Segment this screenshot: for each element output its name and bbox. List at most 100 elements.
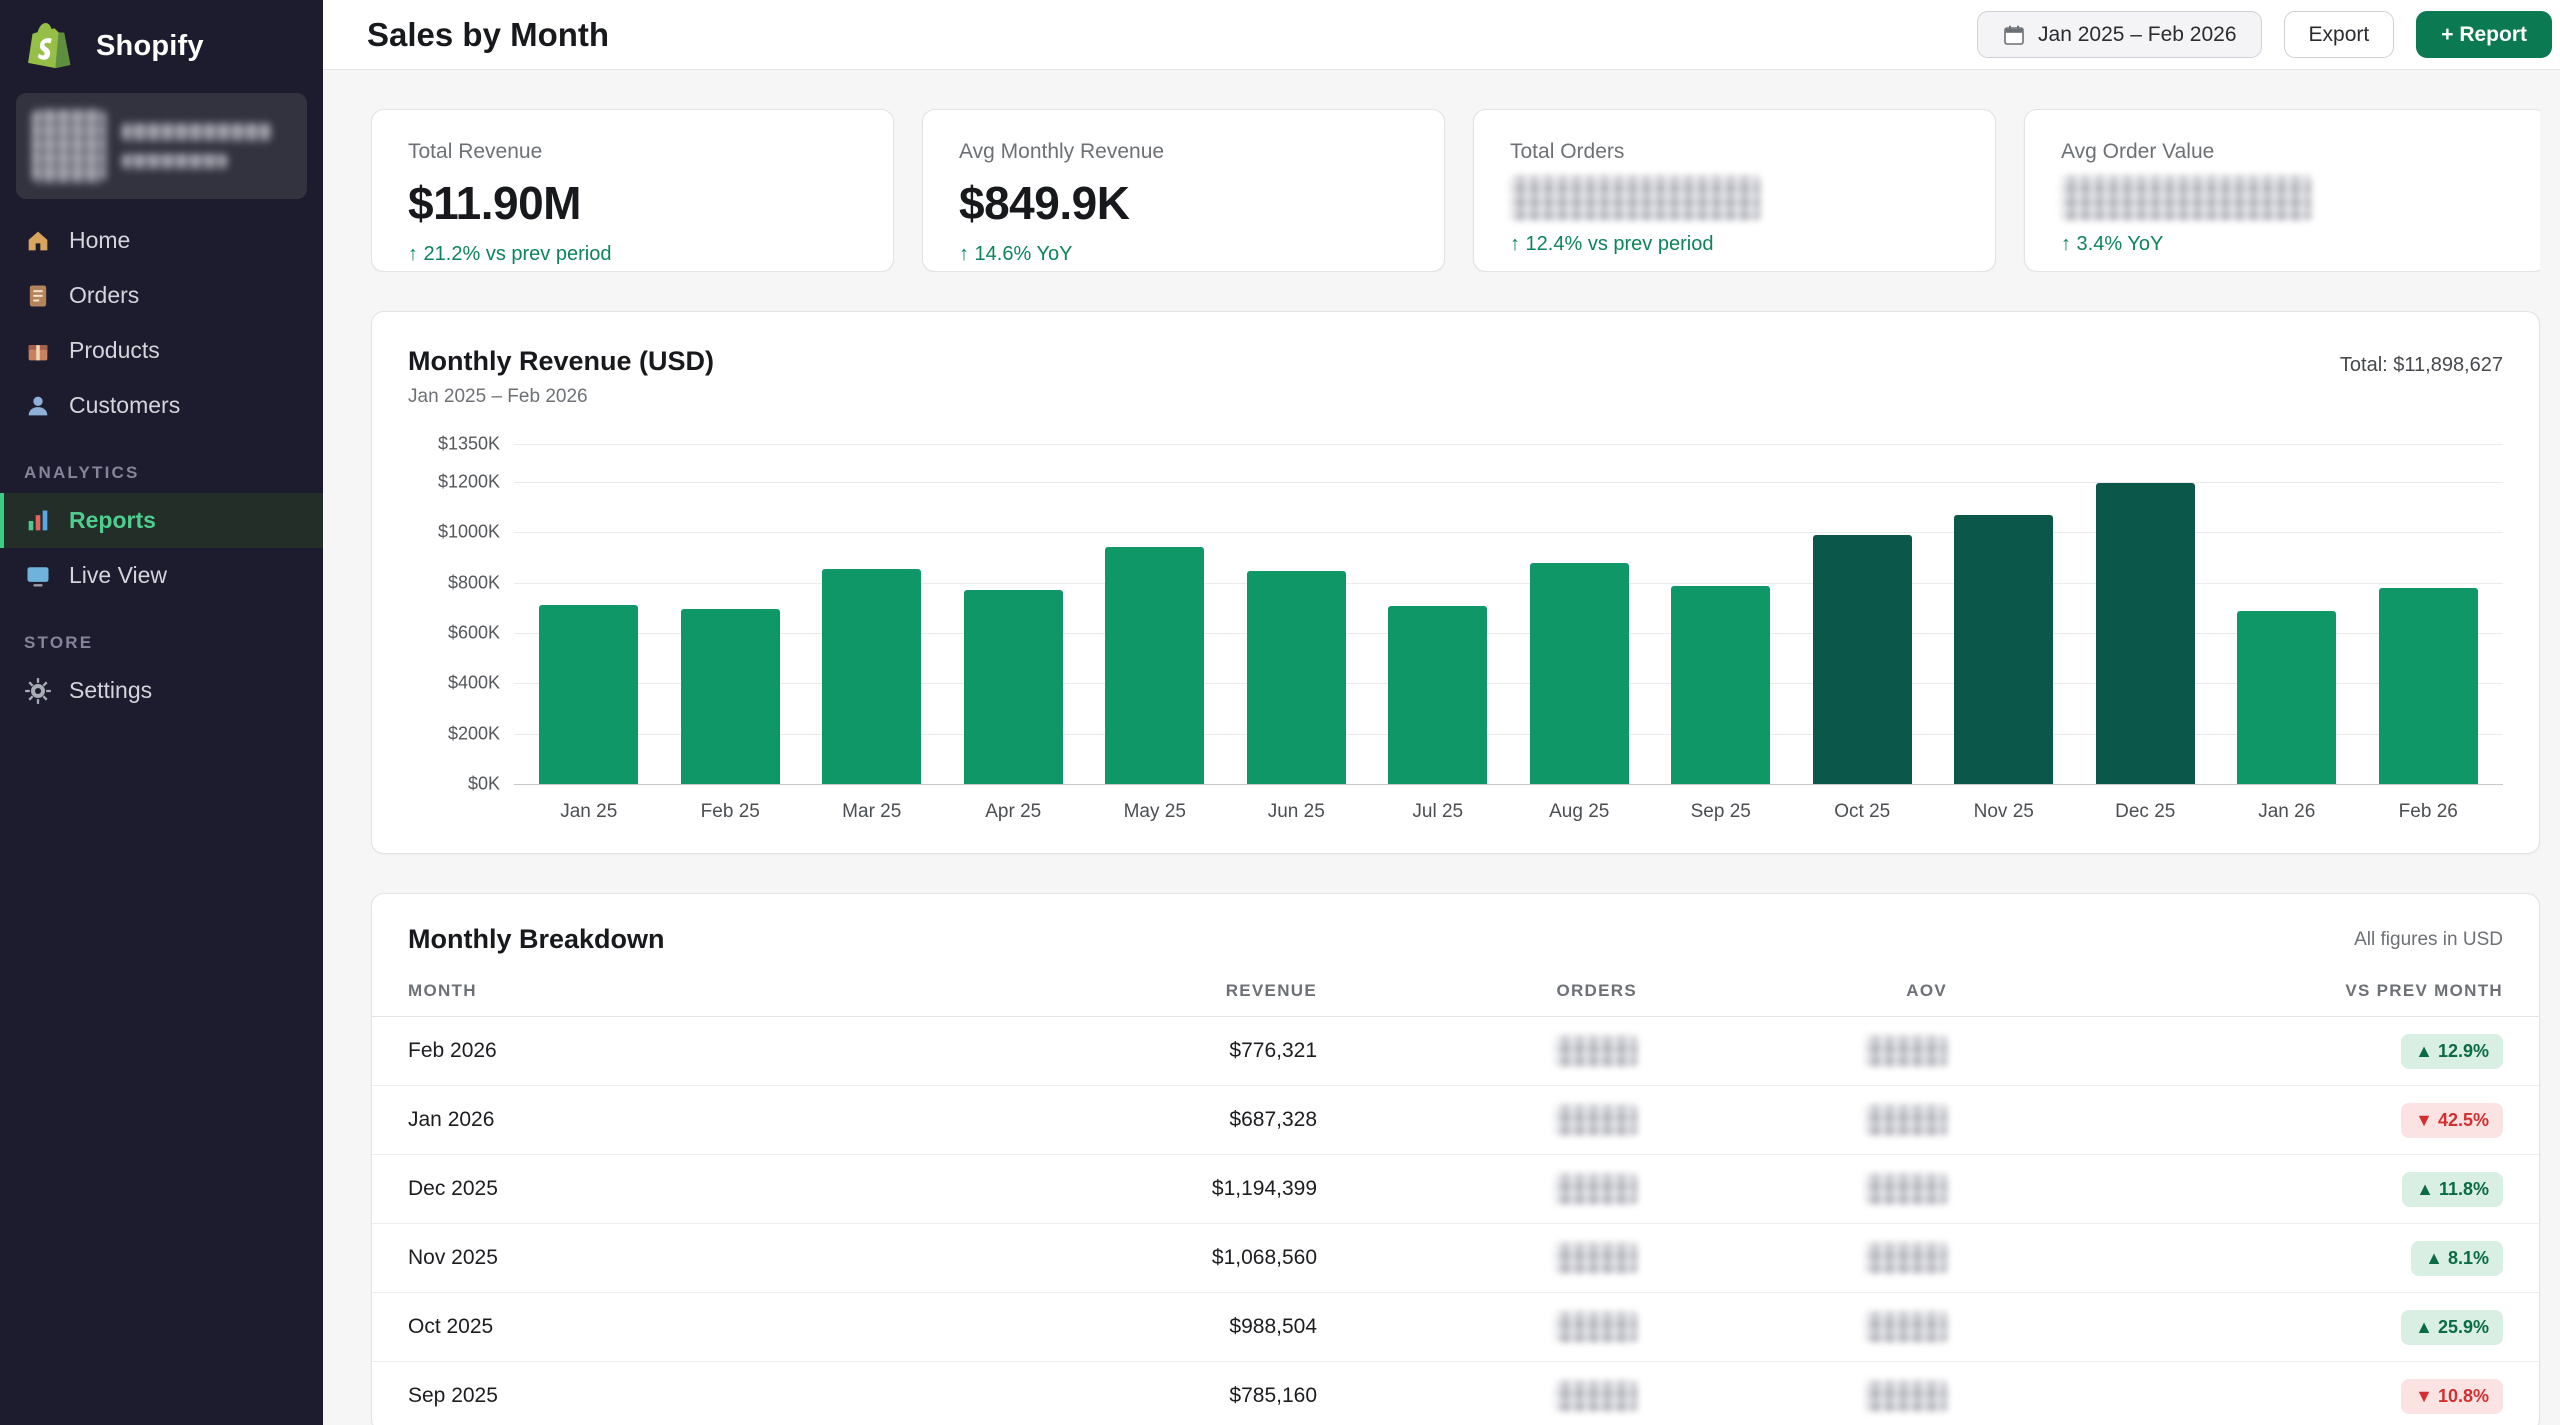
cell-aov-redacted bbox=[1865, 1312, 1947, 1342]
table-note: All figures in USD bbox=[2354, 929, 2503, 951]
bar-slot bbox=[1509, 444, 1651, 784]
revenue-bar bbox=[1105, 547, 1204, 784]
sidebar-item-label: Live View bbox=[69, 562, 167, 589]
sidebar-item-live-view[interactable]: Live View bbox=[0, 548, 323, 603]
bar-slot bbox=[1933, 444, 2075, 784]
revenue-bar bbox=[1530, 563, 1629, 784]
table-row: Feb 2026$776,321▲ 12.9% bbox=[372, 1017, 2539, 1086]
date-range-button[interactable]: Jan 2025 – Feb 2026 bbox=[1977, 11, 2262, 58]
topbar-actions: Jan 2025 – Feb 2026 Export + Report bbox=[1977, 11, 2552, 58]
y-axis-label: $1000K bbox=[438, 522, 500, 543]
sidebar-item-orders[interactable]: Orders bbox=[0, 268, 323, 323]
cell-month: Jan 2026 bbox=[408, 1108, 987, 1132]
stat-delta: ↑ 14.6% YoY bbox=[959, 243, 1408, 266]
change-badge: ▲ 11.8% bbox=[2402, 1172, 2503, 1207]
sidebar-item-products[interactable]: Products bbox=[0, 323, 323, 378]
sidebar-item-label: Settings bbox=[69, 677, 152, 704]
table-card: Monthly Breakdown All figures in USD MON… bbox=[371, 893, 2540, 1425]
stat-delta: ↑ 3.4% YoY bbox=[2061, 233, 2510, 256]
sidebar-item-label: Products bbox=[69, 337, 160, 364]
cell-revenue: $785,160 bbox=[1229, 1384, 1317, 1408]
user-profile[interactable] bbox=[16, 93, 307, 199]
change-badge: ▲ 8.1% bbox=[2411, 1241, 2503, 1276]
cell-month: Sep 2025 bbox=[408, 1384, 987, 1408]
table-title: Monthly Breakdown bbox=[408, 924, 665, 955]
revenue-bar bbox=[1247, 571, 1346, 784]
x-axis-label: Dec 25 bbox=[2075, 801, 2217, 823]
cell-orders-redacted bbox=[1555, 1036, 1637, 1066]
sidebar-item-label: Orders bbox=[69, 282, 139, 309]
cell-month: Oct 2025 bbox=[408, 1315, 987, 1339]
revenue-bar bbox=[1388, 606, 1487, 784]
x-axis-label: Jan 25 bbox=[518, 801, 660, 823]
y-axis-label: $1200K bbox=[438, 471, 500, 492]
revenue-bar bbox=[681, 609, 780, 784]
sidebar-item-customers[interactable]: Customers bbox=[0, 378, 323, 433]
table-row: Nov 2025 $1,068,560 ▲ 8.1% bbox=[372, 1224, 2539, 1293]
stat-value: $849.9K bbox=[959, 176, 1408, 230]
cell-orders-redacted bbox=[1555, 1174, 1637, 1204]
stat-delta: ↑ 12.4% vs prev period bbox=[1510, 233, 1959, 256]
reports-icon bbox=[24, 507, 52, 535]
nav-section-heading: ANALYTICS bbox=[0, 433, 323, 493]
bar-slot bbox=[2358, 444, 2500, 784]
stat-value-redacted bbox=[2061, 176, 2311, 220]
chart-title: Monthly Revenue (USD) bbox=[408, 346, 714, 377]
chart-total-label: Total: $11,898,627 bbox=[2340, 354, 2503, 377]
main-area: Sales by Month Jan 2025 – Feb 2026 Expor… bbox=[323, 0, 2560, 1425]
x-axis-label: Nov 25 bbox=[1933, 801, 2075, 823]
sidebar-nav: Home Orders Products Customers ANALYTICS Repo… bbox=[0, 213, 323, 718]
chart-x-axis: Jan 25Feb 25Mar 25Apr 25May 25Jun 25Jul … bbox=[514, 801, 2503, 823]
col-revenue: REVENUE bbox=[987, 981, 1317, 1001]
y-axis-label: $0K bbox=[468, 774, 500, 795]
table-row: Oct 2025$988,504▲ 25.9% bbox=[372, 1293, 2539, 1362]
change-badge: ▼ 10.8% bbox=[2401, 1379, 2503, 1414]
stat-label: Total Orders bbox=[1510, 140, 1959, 164]
y-axis-label: $600K bbox=[448, 622, 500, 643]
export-button[interactable]: Export bbox=[2284, 11, 2395, 58]
cell-revenue: $1,068,560 bbox=[1212, 1246, 1317, 1270]
sidebar-item-label: Reports bbox=[69, 507, 156, 534]
store-subtitle-redacted bbox=[122, 154, 227, 169]
table-row: Dec 2025$1,194,399▲ 11.8% bbox=[372, 1155, 2539, 1224]
brand: Shopify bbox=[0, 0, 323, 89]
sidebar-item-reports[interactable]: Reports bbox=[0, 493, 323, 548]
revenue-bar bbox=[1813, 535, 1912, 784]
bar-slot bbox=[1792, 444, 1934, 784]
x-axis-label: Jun 25 bbox=[1226, 801, 1368, 823]
stat-label: Avg Order Value bbox=[2061, 140, 2510, 164]
add-report-button[interactable]: + Report bbox=[2416, 11, 2552, 58]
chart-plot: $0K$200K$400K$600K$800K$1000K$1200K$1350… bbox=[514, 444, 2503, 785]
sidebar-item-home[interactable]: Home bbox=[0, 213, 323, 268]
sidebar-item-settings[interactable]: Settings bbox=[0, 663, 323, 718]
cell-revenue: $1,194,399 bbox=[1212, 1177, 1317, 1201]
revenue-bar bbox=[822, 569, 921, 784]
x-axis-label: May 25 bbox=[1084, 801, 1226, 823]
chart-subtitle: Jan 2025 – Feb 2026 bbox=[408, 386, 714, 408]
page-title: Sales by Month bbox=[367, 16, 609, 54]
sidebar-item-label: Customers bbox=[69, 392, 180, 419]
bar-slot bbox=[518, 444, 660, 784]
y-axis-label: $200K bbox=[448, 723, 500, 744]
y-axis-label: $800K bbox=[448, 572, 500, 593]
live-view-icon bbox=[24, 562, 52, 590]
x-axis-label: Apr 25 bbox=[943, 801, 1085, 823]
cell-revenue: $687,328 bbox=[1229, 1108, 1317, 1132]
cell-orders-redacted bbox=[1555, 1381, 1637, 1411]
cell-month: Nov 2025 bbox=[408, 1246, 987, 1270]
change-badge: ▲ 12.9% bbox=[2401, 1034, 2503, 1069]
calendar-icon bbox=[2002, 23, 2026, 47]
table-body: Feb 2026$776,321▲ 12.9% Jan 2026 $687,328 ▼… bbox=[372, 1017, 2539, 1425]
revenue-bar bbox=[2237, 611, 2336, 784]
cell-orders-redacted bbox=[1555, 1312, 1637, 1342]
bar-slot bbox=[660, 444, 802, 784]
content-scroll-area: Total Revenue $11.90M ↑ 21.2% vs prev pe… bbox=[323, 70, 2560, 1425]
customers-icon bbox=[24, 392, 52, 420]
col-orders: ORDERS bbox=[1317, 981, 1637, 1001]
cell-aov-redacted bbox=[1865, 1105, 1947, 1135]
cell-aov-redacted bbox=[1865, 1243, 1947, 1273]
table-card-header: Monthly Breakdown All figures in USD bbox=[372, 894, 2539, 981]
revenue-bar bbox=[539, 605, 638, 784]
bar-slot bbox=[1226, 444, 1368, 784]
chart-card-header: Monthly Revenue (USD) Jan 2025 – Feb 202… bbox=[408, 346, 2503, 408]
